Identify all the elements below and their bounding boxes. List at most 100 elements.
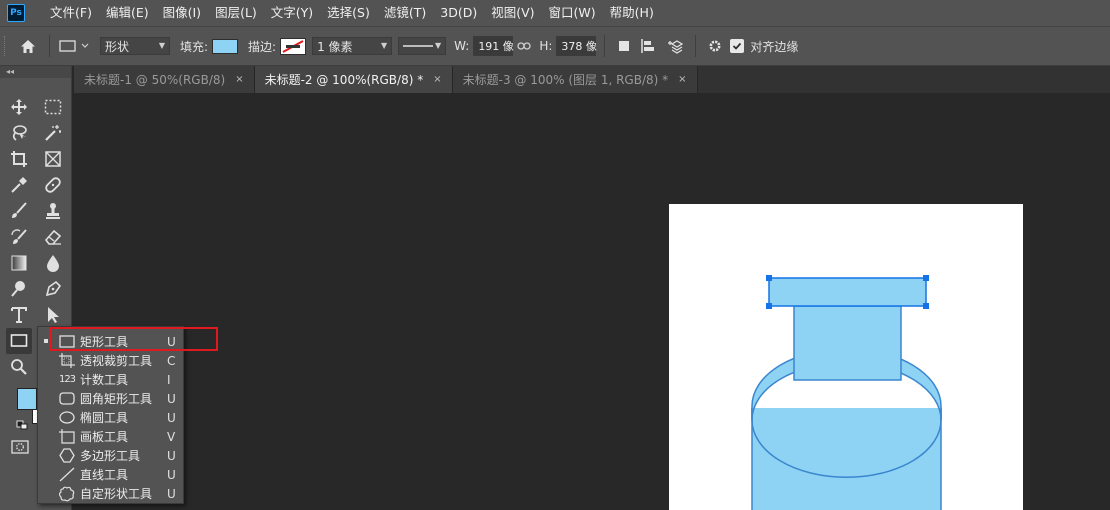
chevron-down-icon: ▼ xyxy=(380,41,388,50)
menu-item[interactable]: 文字(Y) xyxy=(264,0,320,26)
flyout-item[interactable]: 画板工具 V xyxy=(38,427,185,446)
gear-icon[interactable] xyxy=(704,35,726,57)
separator xyxy=(604,35,606,57)
eyedropper-tool[interactable] xyxy=(6,172,32,198)
eraser-tool[interactable] xyxy=(40,224,66,250)
menu-item[interactable]: 图像(I) xyxy=(156,0,208,26)
flyout-item-shortcut: I xyxy=(167,372,171,387)
flyout-item[interactable]: 圆角矩形工具 U xyxy=(38,389,185,408)
menu-item[interactable]: 图层(L) xyxy=(208,0,264,26)
flyout-item-shortcut: U xyxy=(167,410,176,425)
document-tab-label: 未标题-2 @ 100%(RGB/8) * xyxy=(264,73,424,87)
menu-item[interactable]: 3D(D) xyxy=(433,0,484,26)
clone-stamp-tool[interactable] xyxy=(40,198,66,224)
flyout-item-label: 画板工具 xyxy=(80,430,129,444)
flyout-item-shortcut: U xyxy=(167,467,176,482)
stroke-type-select[interactable]: ▼ xyxy=(398,37,447,55)
frame-tool[interactable] xyxy=(40,146,66,172)
flyout-item[interactable]: 椭圆工具 U xyxy=(38,408,185,427)
pen-icon xyxy=(45,280,62,297)
menu-item[interactable]: 视图(V) xyxy=(484,0,541,26)
separator xyxy=(49,35,50,57)
blur-tool[interactable] xyxy=(40,250,66,276)
transform-handle xyxy=(923,303,929,309)
shape-tools-flyout: 矩形工具 U 透视裁剪工具 C 123 计数工具 I 圆角矩形工具 U 椭圆工具 U 画板工具 V 多边形… xyxy=(37,326,184,504)
default-colors-icon[interactable] xyxy=(16,419,28,430)
rounded-rect-icon xyxy=(58,391,76,407)
transform-handle xyxy=(766,275,772,281)
menu-item[interactable]: 窗口(W) xyxy=(542,0,603,26)
bottle-shape-artwork xyxy=(751,275,942,510)
path-arrangement-icon[interactable] xyxy=(661,35,687,57)
brush-icon xyxy=(12,202,27,218)
close-icon[interactable]: × xyxy=(235,74,243,85)
artboard-icon xyxy=(58,429,76,445)
document-tab[interactable]: 未标题-1 @ 50%(RGB/8) × xyxy=(74,66,255,93)
pen-tool[interactable] xyxy=(40,276,66,302)
frame-icon xyxy=(45,151,61,167)
quick-mask-icon[interactable] xyxy=(11,440,29,454)
stroke-width-value: 1 像素 xyxy=(317,39,353,54)
crop-tool[interactable] xyxy=(6,146,32,172)
flyout-item[interactable]: 自定形状工具 U xyxy=(38,484,185,503)
document-canvas[interactable] xyxy=(669,204,1023,510)
zoom-tool[interactable] xyxy=(6,354,32,380)
magic-wand-tool[interactable] xyxy=(40,120,66,146)
stroke-color-swatch[interactable] xyxy=(280,37,307,55)
stroke-label: 描边: xyxy=(248,39,277,54)
close-icon[interactable]: × xyxy=(433,74,441,85)
flyout-item-label: 透视裁剪工具 xyxy=(80,354,153,368)
path-selection-tool[interactable] xyxy=(40,302,66,328)
align-edges-label: 对齐边缘 xyxy=(750,39,799,54)
stroke-width-select[interactable]: 1 像素 ▼ xyxy=(312,37,393,55)
path-alignment-icon[interactable] xyxy=(635,35,661,57)
fill-color-swatch[interactable] xyxy=(212,38,239,54)
rectangle-tool[interactable] xyxy=(6,328,32,354)
dodge-icon xyxy=(11,281,25,297)
align-edges-checkbox[interactable] xyxy=(730,39,745,53)
dodge-tool[interactable] xyxy=(6,276,32,302)
menu-item[interactable]: 编辑(E) xyxy=(99,0,156,26)
transform-handle xyxy=(766,303,772,309)
document-tab[interactable]: 未标题-2 @ 100%(RGB/8) * × xyxy=(254,66,453,93)
flyout-item[interactable]: 直线工具 U xyxy=(38,465,185,484)
gradient-tool[interactable] xyxy=(6,250,32,276)
drop-icon xyxy=(47,255,59,272)
healing-brush-tool[interactable] xyxy=(40,172,66,198)
marquee-tool[interactable] xyxy=(40,94,66,120)
fill-label: 填充: xyxy=(180,39,209,54)
flyout-item-shortcut: U xyxy=(167,486,176,501)
lasso-tool[interactable] xyxy=(6,120,32,146)
height-field[interactable]: 378 像 xyxy=(556,36,597,56)
bottle-neck-shape xyxy=(793,305,902,381)
tool-preset-picker[interactable] xyxy=(58,36,92,56)
flyout-item[interactable]: 多边形工具 U xyxy=(38,446,185,465)
document-tab[interactable]: 未标题-3 @ 100% (图层 1, RGB/8) * × xyxy=(452,66,698,93)
menu-item[interactable]: 选择(S) xyxy=(320,0,377,26)
history-brush-tool[interactable] xyxy=(6,224,32,250)
type-tool[interactable] xyxy=(6,302,32,328)
separator xyxy=(695,35,697,57)
document-tab-label: 未标题-3 @ 100% (图层 1, RGB/8) * xyxy=(462,73,669,87)
flyout-item[interactable]: 透视裁剪工具 C xyxy=(38,351,185,370)
photoshop-logo: Ps xyxy=(7,4,25,22)
foreground-color-swatch[interactable] xyxy=(17,388,37,410)
path-operations-icon[interactable] xyxy=(613,35,635,57)
collapse-panel-button[interactable]: ◂◂ xyxy=(0,66,71,78)
options-bar-grip[interactable] xyxy=(4,36,7,56)
link-icon[interactable] xyxy=(513,36,535,56)
close-icon[interactable]: × xyxy=(678,74,686,85)
custom-shape-icon xyxy=(58,486,76,502)
move-tool[interactable] xyxy=(6,94,32,120)
mode-select[interactable]: 形状 ▼ xyxy=(100,37,170,55)
history-brush-icon xyxy=(11,229,27,244)
flyout-item[interactable]: 123 计数工具 I xyxy=(38,370,185,389)
chevron-down-icon: ▼ xyxy=(434,41,442,50)
bottle-cap-shape xyxy=(768,277,927,307)
menu-item[interactable]: 滤镜(T) xyxy=(377,0,433,26)
menu-item[interactable]: 帮助(H) xyxy=(603,0,661,26)
home-icon[interactable] xyxy=(15,33,41,59)
brush-tool[interactable] xyxy=(6,198,32,224)
width-field[interactable]: 191 像 xyxy=(473,36,514,56)
menu-item[interactable]: 文件(F) xyxy=(43,0,99,26)
